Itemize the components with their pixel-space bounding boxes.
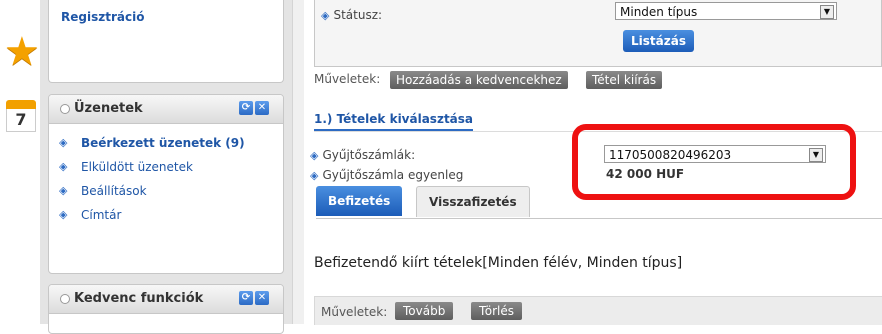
chevron-down-icon[interactable]: ▼	[820, 5, 834, 19]
refresh-icon[interactable]: ⟳	[239, 291, 253, 305]
blue-diamond-icon: ◈	[310, 169, 319, 182]
menu-item-label: Beállítások	[81, 184, 147, 198]
payable-operations-label: Műveletek:	[321, 305, 388, 319]
menu-item-label: Elküldött üzenetek	[81, 160, 193, 174]
list-button[interactable]: Listázás	[623, 30, 694, 52]
blue-diamond-icon: ◈	[59, 160, 68, 173]
collapse-dot-icon[interactable]	[60, 104, 70, 114]
balance-label: ◈ Gyűjtőszámla egyenleg	[310, 168, 463, 182]
calendar-header	[6, 100, 36, 109]
collector-account-label: ◈ Gyűjtőszámlák:	[310, 148, 415, 162]
highlight-annotation	[572, 124, 856, 200]
export-button[interactable]: Tétel kiírás	[586, 71, 663, 89]
favorites-panel-title: Kedvenc funkciók	[74, 291, 204, 306]
main-content: ◈ Státusz: Minden típus ▼ Listázás Művele…	[304, 0, 882, 325]
status-select-value: Minden típus	[620, 5, 698, 19]
left-icon-bar: ★ 7	[0, 0, 40, 324]
blue-diamond-icon: ◈	[59, 184, 68, 197]
messages-menu: ◈ Beérkezett üzenetek (9) ◈ Elküldött üzen…	[59, 135, 245, 231]
payable-items-title: Befizetendő kiírt tételek[Minden félév, …	[314, 255, 683, 271]
menu-item-label: Címtár	[81, 208, 122, 222]
tab-payment[interactable]: Befizetés	[316, 186, 403, 216]
registration-box: Regisztráció	[48, 0, 284, 83]
messages-panel-title: Üzenetek	[74, 101, 143, 116]
add-to-favorites-button[interactable]: Hozzáadás a kedvencekhez	[390, 71, 568, 89]
refresh-icon[interactable]: ⟳	[239, 101, 253, 115]
messages-panel: Üzenetek ⟳ ✕ ◈ Beérkezett üzenetek (9) ◈ E…	[48, 94, 284, 274]
blue-diamond-icon: ◈	[310, 149, 319, 162]
sidebar: Regisztráció Üzenetek ⟳ ✕ ◈ Beérkezett üz…	[40, 0, 292, 334]
next-button[interactable]: Tovább	[395, 302, 454, 320]
close-icon[interactable]: ✕	[255, 291, 269, 305]
calendar-icon[interactable]: 7	[6, 100, 36, 134]
menu-item-directory[interactable]: ◈ Címtár	[59, 207, 245, 231]
favorites-panel-header: Kedvenc funkciók ⟳ ✕	[49, 285, 283, 314]
balance-label-text: Gyűjtőszámla egyenleg	[322, 168, 464, 182]
registration-link[interactable]: Regisztráció	[61, 10, 144, 24]
calendar-day: 7	[6, 109, 36, 132]
blue-diamond-icon: ◈	[59, 136, 68, 149]
menu-item-settings[interactable]: ◈ Beállítások	[59, 183, 245, 207]
blue-diamond-icon: ◈	[59, 208, 68, 221]
delete-button[interactable]: Törlés	[471, 302, 523, 320]
status-select[interactable]: Minden típus ▼	[615, 2, 837, 20]
menu-item-label: Beérkezett üzenetek (9)	[81, 136, 245, 150]
collapse-dot-icon[interactable]	[60, 294, 70, 304]
close-icon[interactable]: ✕	[255, 101, 269, 115]
blue-diamond-icon: ◈	[321, 9, 330, 22]
section-title: 1.) Tételek kiválasztása	[314, 112, 474, 131]
filter-box: ◈ Státusz: Minden típus ▼ Listázás	[314, 0, 882, 67]
operations-label: Műveletek:	[314, 72, 381, 86]
menu-item-inbox[interactable]: ◈ Beérkezett üzenetek (9)	[59, 135, 245, 159]
favorites-panel: Kedvenc funkciók ⟳ ✕	[48, 284, 284, 334]
star-icon[interactable]: ★	[4, 32, 40, 72]
status-label-text: Státusz:	[333, 8, 383, 22]
tab-divider	[316, 218, 882, 219]
menu-item-sent[interactable]: ◈ Elküldött üzenetek	[59, 159, 245, 183]
tab-refund[interactable]: Visszafizetés	[416, 186, 530, 217]
status-label: ◈ Státusz:	[321, 8, 382, 22]
messages-panel-header: Üzenetek ⟳ ✕	[49, 95, 283, 124]
payable-operations-bar: Műveletek: Tovább Törlés	[314, 296, 882, 325]
collector-account-label-text: Gyűjtőszámlák:	[322, 148, 416, 162]
